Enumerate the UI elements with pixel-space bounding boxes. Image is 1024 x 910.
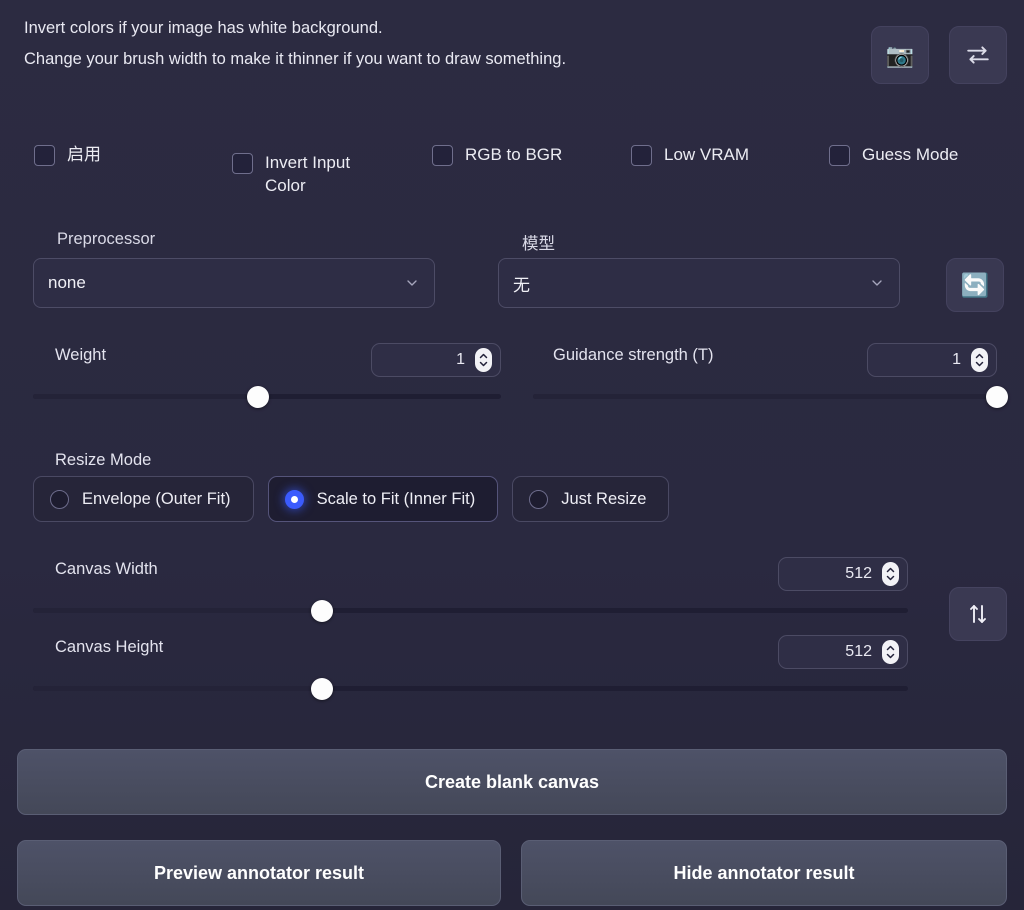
canvas-width-slider-track[interactable] xyxy=(33,599,908,622)
refresh-models-button[interactable]: 🔄 xyxy=(946,258,1004,312)
radio-just-resize[interactable]: Just Resize xyxy=(512,476,670,522)
chevron-up-icon[interactable] xyxy=(975,353,984,359)
checkbox-low-vram[interactable]: Low VRAM xyxy=(631,143,749,166)
chevron-up-icon[interactable] xyxy=(479,353,488,359)
camera-button[interactable]: 📷 xyxy=(871,26,929,84)
hint-text: Invert colors if your image has white ba… xyxy=(24,13,824,75)
chevron-down-icon[interactable] xyxy=(886,575,895,581)
hide-annotator-result-button[interactable]: Hide annotator result xyxy=(521,840,1007,906)
radio-just-resize-label: Just Resize xyxy=(561,489,647,508)
model-value: 无 xyxy=(513,275,530,295)
weight-stepper[interactable] xyxy=(475,348,492,372)
weight-number-input[interactable]: 1 xyxy=(371,343,501,377)
header-button-group: 📷 xyxy=(871,26,1007,84)
guidance-stepper[interactable] xyxy=(971,348,988,372)
chevron-up-icon[interactable] xyxy=(886,567,895,573)
radio-scale-to-fit-inner-fit[interactable]: Scale to Fit (Inner Fit) xyxy=(267,476,499,522)
resize-mode-label: Resize Mode xyxy=(55,451,152,469)
model-select[interactable]: 无 xyxy=(498,258,900,308)
preprocessor-value: none xyxy=(48,273,86,292)
radio-envelope-outer-fit[interactable]: Envelope (Outer Fit) xyxy=(33,476,254,522)
canvas-width-label: Canvas Width xyxy=(55,560,158,578)
swap-vertical-icon xyxy=(970,605,986,623)
resize-mode-group: Resize Mode Envelope (Outer Fit) Scale t… xyxy=(0,448,1024,536)
checkbox-rgb-to-bgr-label: RGB to BGR xyxy=(465,145,563,164)
checkbox-low-vram-label: Low VRAM xyxy=(664,145,750,164)
canvas-width-slider-fill xyxy=(33,608,322,613)
checkbox-invert-input-color-box[interactable] xyxy=(232,153,253,174)
weight-slider-track[interactable] xyxy=(33,385,501,408)
checkbox-enable-label: 启用 xyxy=(67,145,101,164)
weight-slider-group: Weight 1 xyxy=(33,343,501,408)
swap-dimensions-button[interactable] xyxy=(949,587,1007,641)
resize-mode-radio-group: Envelope (Outer Fit) Scale to Fit (Inner… xyxy=(33,476,670,522)
checkbox-rgb-to-bgr[interactable]: RGB to BGR xyxy=(432,143,562,166)
panel-header: Invert colors if your image has white ba… xyxy=(0,0,1024,112)
weight-slider-thumb[interactable] xyxy=(246,385,269,408)
canvas-width-value: 512 xyxy=(845,565,872,582)
chevron-down-icon xyxy=(872,280,882,286)
checkbox-guess-mode-label: Guess Mode xyxy=(862,145,959,164)
guidance-slider-track[interactable] xyxy=(533,385,1008,408)
preview-annotator-result-label: Preview annotator result xyxy=(153,862,365,883)
checkbox-guess-mode[interactable]: Guess Mode xyxy=(829,143,958,166)
hint-line-2: Change your brush width to make it thinn… xyxy=(24,50,567,68)
weight-slider-fill xyxy=(33,394,258,399)
canvas-height-value: 512 xyxy=(845,643,872,660)
swap-horizontal-button[interactable] xyxy=(949,26,1007,84)
weight-label: Weight xyxy=(55,346,107,364)
chevron-up-icon[interactable] xyxy=(886,645,895,651)
guidance-slider-fill xyxy=(533,394,997,399)
preview-annotator-result-button[interactable]: Preview annotator result xyxy=(17,840,501,906)
swap-horizontal-icon xyxy=(967,46,989,64)
model-selection-row: Preprocessor none 模型 无 🔄 xyxy=(0,230,1024,322)
canvas-height-stepper[interactable] xyxy=(882,640,899,664)
refresh-icon: 🔄 xyxy=(960,271,990,298)
canvas-height-group: Canvas Height 512 xyxy=(33,635,908,700)
radio-icon-selected xyxy=(284,489,304,509)
guidance-number-input[interactable]: 1 xyxy=(867,343,997,377)
chevron-down-icon[interactable] xyxy=(479,361,488,367)
preprocessor-label: Preprocessor xyxy=(57,230,156,248)
camera-icon: 📷 xyxy=(885,41,915,68)
options-checkbox-row: 启用 Invert Input Color RGB to BGR Low VRA… xyxy=(0,131,1024,201)
checkbox-invert-input-color-label: Invert Input Color xyxy=(265,153,351,195)
chevron-down-icon[interactable] xyxy=(886,653,895,659)
chevron-down-icon[interactable] xyxy=(975,361,984,367)
hide-annotator-result-label: Hide annotator result xyxy=(673,862,855,883)
checkbox-guess-mode-box[interactable] xyxy=(829,145,850,166)
guidance-slider-thumb[interactable] xyxy=(986,385,1008,408)
checkbox-low-vram-box[interactable] xyxy=(631,145,652,166)
radio-icon xyxy=(50,489,69,509)
checkbox-rgb-to-bgr-box[interactable] xyxy=(432,145,453,166)
canvas-width-number-input[interactable]: 512 xyxy=(778,557,908,591)
canvas-height-slider-track[interactable] xyxy=(33,677,908,700)
create-blank-canvas-button[interactable]: Create blank canvas xyxy=(17,749,1007,815)
weight-value: 1 xyxy=(456,351,465,368)
canvas-width-group: Canvas Width 512 xyxy=(33,557,908,622)
hint-line-1: Invert colors if your image has white ba… xyxy=(24,19,383,37)
canvas-height-label: Canvas Height xyxy=(55,638,164,656)
controlnet-panel: Invert colors if your image has white ba… xyxy=(0,0,1024,910)
radio-scale-to-fit-inner-fit-label: Scale to Fit (Inner Fit) xyxy=(316,489,476,508)
radio-envelope-outer-fit-label: Envelope (Outer Fit) xyxy=(82,489,231,508)
model-label: 模型 xyxy=(522,235,555,253)
canvas-width-slider-thumb[interactable] xyxy=(310,599,333,622)
guidance-value: 1 xyxy=(952,351,961,368)
guidance-label: Guidance strength (T) xyxy=(553,346,714,364)
checkbox-enable[interactable]: 启用 xyxy=(34,143,101,166)
guidance-slider-group: Guidance strength (T) 1 xyxy=(533,343,1008,408)
chevron-down-icon xyxy=(407,280,417,286)
radio-icon xyxy=(529,489,549,509)
create-blank-canvas-label: Create blank canvas xyxy=(424,771,600,792)
canvas-height-slider-fill xyxy=(33,686,322,691)
canvas-height-slider-thumb[interactable] xyxy=(310,677,333,700)
checkbox-invert-input-color[interactable]: Invert Input Color xyxy=(232,151,383,197)
canvas-height-number-input[interactable]: 512 xyxy=(778,635,908,669)
canvas-width-stepper[interactable] xyxy=(882,562,899,586)
preprocessor-select[interactable]: none xyxy=(33,258,435,308)
checkbox-enable-box[interactable] xyxy=(34,145,55,166)
